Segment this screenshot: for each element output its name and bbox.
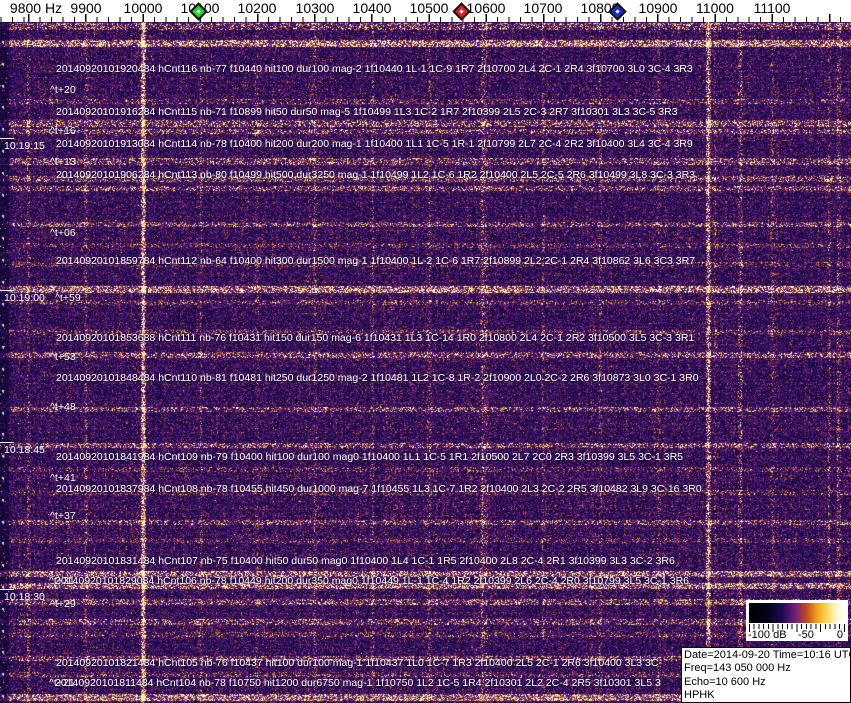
echo-log-line: 20140920101906284 hCnt113 nb-80 f10499 h… — [56, 170, 695, 181]
echo-log-line: 20140920101831484 hCnt107 nb-75 f10400 h… — [56, 556, 675, 567]
frequency-axis-ruler[interactable]: 9800 Hz990010000101001020010300104001050… — [0, 0, 851, 22]
info-frequency: Freq=143 050 000 Hz — [684, 662, 850, 675]
echo-log-line: 20140920101829084 hCnt106 nb-78 f10449 h… — [55, 576, 689, 587]
echo-time-marker: ^t+16 — [50, 126, 76, 137]
echo-time-marker: ^t+37 — [50, 511, 76, 522]
time-axis-label: 10:19:00 — [4, 293, 45, 304]
info-observer-code: HPHK — [684, 689, 850, 702]
time-axis-label: 10:18:30 — [4, 592, 45, 603]
marker-center-dot — [196, 9, 200, 13]
echo-log-line: 20140920101811484 hCnt104 nb-78 f10750 h… — [55, 678, 661, 689]
colorbar-label-max: 0 — [837, 629, 843, 641]
freq-axis-label: 11000 — [696, 0, 734, 16]
info-echo: Echo=10 600 Hz — [684, 676, 850, 689]
echo-time-marker: ^t+20 — [50, 85, 76, 96]
freq-axis-label: 10700 — [524, 0, 563, 16]
db-color-scale: -100 dB -50 0 — [746, 600, 848, 641]
echo-log-line: 20140920101920484 hCnt116 nb-77 f10440 h… — [56, 64, 693, 75]
echo-log-line: 20140920101916284 hCnt115 nb-71 f10899 h… — [56, 107, 678, 118]
echo-log-line: 20140920101848484 hCnt110 nb-81 f10481 h… — [56, 373, 699, 384]
echo-time-marker: ^t+48 — [50, 402, 76, 413]
freq-axis-label: 10900 — [639, 0, 678, 16]
info-date-time: Date=2014-09-20 Time=10:16 UTC — [684, 649, 850, 662]
colorbar-label-mid: -50 — [798, 629, 814, 641]
colorbar-gradient — [749, 603, 845, 623]
echo-time-marker: ^t+29 — [50, 599, 76, 610]
echo-time-marker: ^t+59 — [55, 293, 81, 304]
freq-axis-label: 10400 — [353, 0, 392, 16]
echo-time-marker: ^t+06 — [50, 228, 76, 239]
time-tick-line — [0, 589, 14, 590]
echo-log-line: 20140920101841984 hCnt109 nb-79 f10400 h… — [56, 452, 683, 463]
freq-axis-label: 11100 — [754, 0, 791, 16]
status-info-box: Date=2014-09-20 Time=10:16 UTC Freq=143 … — [681, 647, 851, 703]
echo-time-marker: ^t+53 — [50, 352, 76, 363]
freq-axis-label: 10600 — [467, 0, 506, 16]
time-axis-label: 10:18:45 — [4, 445, 45, 456]
time-tick-line — [0, 290, 14, 291]
freq-axis-label: 10000 — [124, 0, 163, 16]
time-tick-line — [0, 138, 14, 139]
time-axis-label: 10:19:15 — [4, 141, 45, 152]
echo-time-marker: ^t+13 — [50, 157, 76, 168]
echo-log-line: 20140920101853688 hCnt111 nb-76 f10431 h… — [56, 333, 694, 344]
spectrogram-app-window: 9800 Hz990010000101001020010300104001050… — [0, 0, 851, 703]
marker-center-dot — [615, 9, 619, 13]
freq-axis-label: 9900 — [70, 0, 101, 16]
freq-axis-label: 10300 — [296, 0, 335, 16]
colorbar-label-min: -100 dB — [748, 629, 787, 641]
echo-log-line: 20140920101837984 hCnt108 nb-78 f10455 h… — [56, 484, 702, 495]
echo-log-line: 20140920101913084 hCnt114 nb-78 f10400 h… — [56, 139, 693, 150]
time-tick-line — [0, 442, 14, 443]
marker-center-dot — [459, 9, 463, 13]
spectrogram-waterfall[interactable] — [0, 22, 851, 703]
echo-log-line: 20140920101859784 hCnt112 nb-64 f10400 h… — [56, 256, 695, 267]
echo-log-line: 20140920101821484 hCnt105 nb-76 f10437 h… — [56, 658, 662, 669]
freq-axis-label: 9800 Hz — [10, 0, 62, 16]
freq-axis-label: 10200 — [238, 0, 277, 16]
freq-axis-label: 10500 — [410, 0, 449, 16]
